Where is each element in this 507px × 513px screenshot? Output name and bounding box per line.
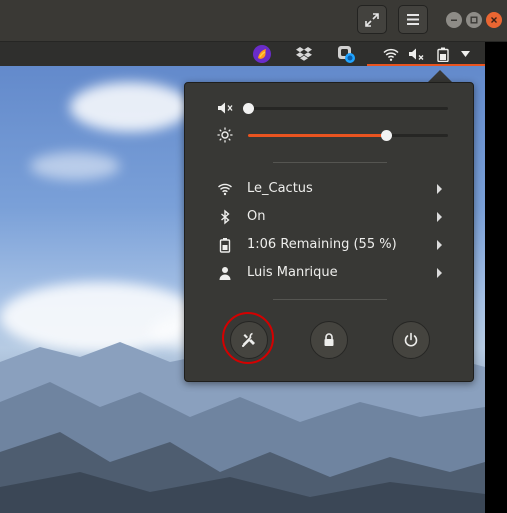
top-panel bbox=[0, 42, 485, 66]
settings-button-highlight-ring bbox=[222, 312, 274, 364]
wifi-tray-indicator[interactable] bbox=[380, 42, 402, 66]
wifi-icon bbox=[218, 183, 232, 196]
menu-button[interactable] bbox=[398, 5, 428, 34]
brightness-slider[interactable] bbox=[248, 130, 448, 141]
power-icon bbox=[404, 332, 418, 347]
close-button[interactable] bbox=[486, 12, 502, 28]
minimize-button[interactable] bbox=[446, 12, 462, 28]
wifi-icon bbox=[383, 48, 399, 61]
dropbox-icon bbox=[296, 47, 312, 61]
restore-icon bbox=[470, 16, 478, 24]
bluetooth-icon bbox=[221, 209, 230, 225]
power-button[interactable] bbox=[392, 321, 430, 359]
user-icon bbox=[219, 267, 231, 280]
volume-slider[interactable] bbox=[243, 103, 448, 114]
menu-item-label: 1:06 Remaining (55 %) bbox=[247, 237, 397, 252]
submenu-arrow-icon bbox=[437, 212, 442, 222]
menu-item-wifi[interactable]: Le_Cactus bbox=[185, 176, 473, 202]
slack-tray-button[interactable] bbox=[334, 42, 358, 66]
menu-item-bluetooth[interactable]: On bbox=[185, 204, 473, 230]
cloud bbox=[30, 152, 120, 180]
close-icon bbox=[491, 17, 497, 23]
battery-icon bbox=[219, 238, 231, 253]
restore-button[interactable] bbox=[466, 12, 482, 28]
volume-muted-icon bbox=[409, 48, 424, 60]
maximize-button[interactable] bbox=[357, 5, 387, 34]
volume-slider-row bbox=[185, 98, 473, 118]
menu-item-user[interactable]: Luis Manrique bbox=[185, 260, 473, 286]
menu-item-label: Le_Cactus bbox=[247, 181, 313, 196]
slack-icon bbox=[338, 46, 355, 63]
battery-tray-indicator[interactable] bbox=[433, 42, 453, 66]
hamburger-menu-icon bbox=[407, 14, 419, 25]
maximize-icon bbox=[365, 12, 379, 27]
separator bbox=[273, 299, 387, 300]
firefox-icon bbox=[253, 45, 271, 63]
minimize-icon bbox=[451, 19, 457, 21]
volume-muted-icon bbox=[218, 102, 233, 114]
separator bbox=[273, 162, 387, 163]
submenu-arrow-icon bbox=[437, 268, 442, 278]
screen-edge bbox=[485, 42, 507, 513]
menu-item-battery[interactable]: 1:06 Remaining (55 %) bbox=[185, 232, 473, 258]
volume-slider-handle[interactable] bbox=[243, 103, 254, 114]
brightness-slider-row bbox=[185, 125, 473, 145]
menu-item-label: On bbox=[247, 209, 266, 224]
dropbox-tray-button[interactable] bbox=[292, 42, 316, 66]
cloud bbox=[70, 82, 190, 132]
dropdown-arrow-icon bbox=[460, 51, 470, 57]
firefox-tray-button[interactable] bbox=[250, 42, 274, 66]
menu-item-label: Luis Manrique bbox=[247, 265, 338, 280]
system-menu-dropdown[interactable] bbox=[455, 42, 475, 66]
menu-pointer-arrow bbox=[428, 70, 452, 82]
window-titlebar bbox=[0, 0, 507, 42]
brightness-slider-fill bbox=[248, 134, 386, 137]
battery-icon bbox=[437, 47, 449, 62]
submenu-arrow-icon bbox=[437, 184, 442, 194]
volume-tray-indicator[interactable] bbox=[405, 42, 427, 66]
brightness-slider-handle[interactable] bbox=[381, 130, 392, 141]
submenu-arrow-icon bbox=[437, 240, 442, 250]
lock-button[interactable] bbox=[310, 321, 348, 359]
lock-icon bbox=[324, 333, 334, 346]
brightness-icon bbox=[217, 127, 233, 143]
active-indicator-underline bbox=[367, 64, 485, 66]
